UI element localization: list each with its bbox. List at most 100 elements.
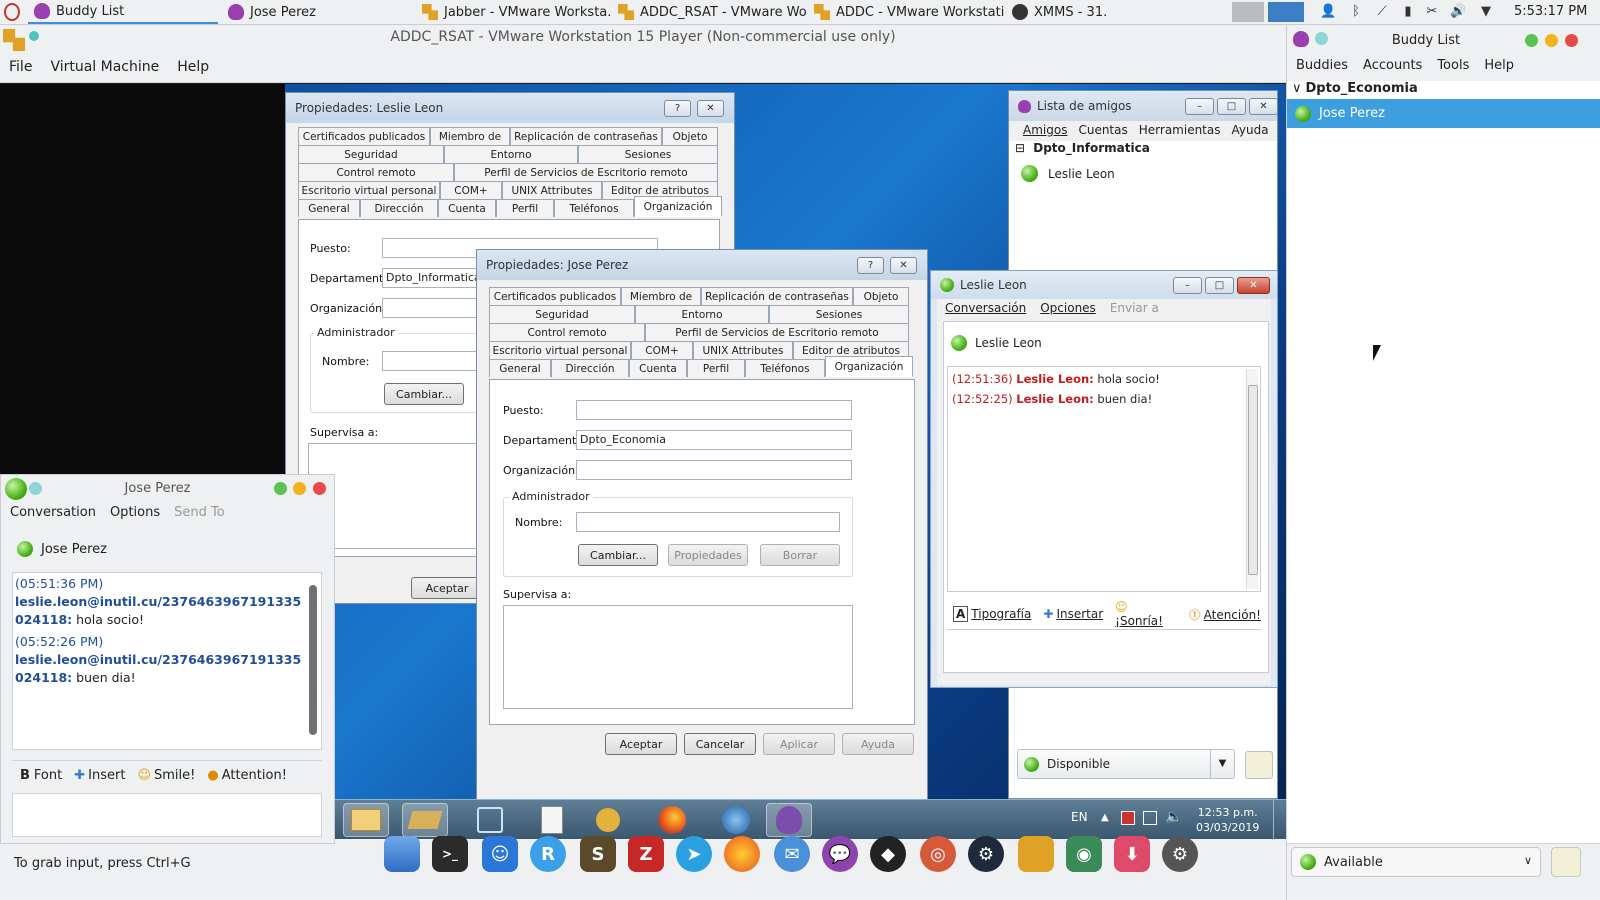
maximize-button[interactable] [1525, 34, 1538, 47]
help-button[interactable]: ? [857, 257, 884, 274]
menu-buddies[interactable]: Buddies [1296, 58, 1348, 81]
tab-organizacion[interactable]: Organización [634, 196, 722, 217]
maximize-button[interactable]: □ [1217, 98, 1246, 115]
close-button[interactable]: ✕ [1249, 98, 1278, 115]
chat-icon[interactable]: 💬 [822, 836, 858, 872]
maximize-button[interactable]: □ [1205, 277, 1234, 294]
user-icon[interactable]: 👤 [1320, 4, 1336, 20]
close-button[interactable] [1565, 34, 1578, 47]
firefox-icon[interactable] [724, 836, 760, 872]
tools-icon[interactable]: ✂ [1424, 4, 1440, 20]
menu-cuentas[interactable]: Cuentas [1078, 123, 1127, 141]
tab-escritorio-virtual[interactable]: Escritorio virtual personal [298, 181, 440, 199]
tab-direccion[interactable]: Dirección [360, 199, 438, 217]
tab-entorno[interactable]: Entorno [444, 145, 578, 163]
tab-seguridad[interactable]: Seguridad [298, 145, 444, 163]
tab-certificados[interactable]: Certificados publicados [489, 287, 621, 305]
tab-perfil-servicios[interactable]: Perfil de Servicios de Escritorio remoto [645, 323, 909, 341]
cancelar-button[interactable]: Cancelar [684, 733, 756, 755]
explorer-icon[interactable] [343, 803, 389, 837]
pidgin-guest-icon[interactable] [766, 803, 812, 837]
workspace-switcher-2[interactable] [1268, 2, 1304, 22]
menu-amigos[interactable]: Amigos [1023, 123, 1067, 141]
buddy-pounce-icon[interactable] [1245, 751, 1273, 779]
tab-cuenta[interactable]: Cuenta [438, 199, 496, 217]
minimize-button[interactable]: – [1173, 277, 1202, 294]
tab-telefonos[interactable]: Teléfonos [554, 199, 634, 217]
organizacion-field[interactable] [576, 460, 852, 480]
tab-sesiones[interactable]: Sesiones [578, 145, 718, 163]
bluetooth-icon[interactable]: ᛒ [1348, 4, 1364, 20]
firefox-icon[interactable] [649, 803, 695, 837]
menu-send-to[interactable]: Send To [174, 505, 225, 520]
attention-button[interactable]: ● Attention! [207, 768, 287, 783]
finder-icon[interactable]: ☺ [482, 836, 518, 872]
clock[interactable]: 5:53:17 PM [1514, 4, 1587, 19]
borrar-button[interactable]: Borrar [760, 544, 840, 566]
menu-help[interactable]: Help [1484, 58, 1514, 81]
menu-conversacion[interactable]: Conversación [945, 301, 1026, 315]
volume-icon[interactable]: 🔈 [1165, 809, 1182, 825]
minimize-button[interactable] [1545, 34, 1558, 47]
tab-entorno[interactable]: Entorno [635, 305, 769, 323]
tipografia-button[interactable]: A Tipografía [953, 606, 1031, 622]
tab-sesiones[interactable]: Sesiones [769, 305, 909, 323]
guest-clock[interactable]: 12:53 p.m. 03/03/2019 [1196, 805, 1259, 835]
menu-options[interactable]: Options [110, 505, 160, 520]
menu-file[interactable]: File [9, 59, 32, 75]
menu-opciones[interactable]: Opciones [1040, 301, 1096, 315]
menu-enviar-a[interactable]: Enviar a [1110, 301, 1159, 315]
nombre-field[interactable] [576, 512, 840, 532]
tab-miembro-de[interactable]: Miembro de [430, 127, 510, 145]
chevron-down-icon[interactable]: ▼ [1210, 750, 1234, 778]
ayuda-button[interactable]: Ayuda [842, 733, 914, 755]
menu-herramientas[interactable]: Herramientas [1139, 123, 1221, 141]
buddy-leslie-leon[interactable]: Leslie Leon [1021, 165, 1115, 182]
tab-general[interactable]: General [489, 359, 551, 377]
close-button[interactable]: ✕ [697, 100, 724, 117]
taskbar-item-jose-perez[interactable]: Jose Perez [222, 0, 412, 24]
tab-organizacion[interactable]: Organización [825, 356, 913, 377]
insert-button[interactable]: ✚ Insert [74, 768, 125, 783]
propiedades-button[interactable]: Propiedades [668, 544, 748, 566]
tab-control-remoto[interactable]: Control remoto [489, 323, 645, 341]
chat-history[interactable]: (12:51:36) Leslie Leon: hola socio! (12:… [947, 366, 1261, 592]
close-button[interactable] [313, 482, 326, 495]
taskbar-item-addc-vmware[interactable]: ADDC - VMware Workstati... [808, 0, 1004, 24]
network-off-icon[interactable]: ⟋ [1374, 4, 1390, 20]
menu-virtual-machine[interactable]: Virtual Machine [50, 59, 159, 75]
workspace-switcher-1[interactable] [1232, 2, 1264, 22]
action-center-icon[interactable] [1121, 811, 1135, 825]
buddy-jose-perez[interactable]: Jose Perez [1287, 99, 1600, 128]
browser-icon[interactable]: R [530, 836, 566, 872]
aplicar-button[interactable]: Aplicar [763, 733, 835, 755]
help-button[interactable]: ? [664, 100, 691, 117]
tab-unix[interactable]: UNIX Attributes [502, 181, 602, 199]
compass-icon[interactable]: ◆ [870, 836, 906, 872]
show-desktop-button[interactable] [1273, 800, 1285, 839]
close-button[interactable]: ✕ [1237, 277, 1270, 294]
supervisa-list[interactable] [503, 605, 853, 709]
taskbar-item-xmms[interactable]: XMMS - 31. [1006, 0, 1196, 24]
menu-ayuda[interactable]: Ayuda [1232, 123, 1269, 141]
terminal-icon[interactable]: >_ [432, 836, 468, 872]
buddy-pounce-icon[interactable] [1551, 847, 1581, 877]
tab-perfil-servicios[interactable]: Perfil de Servicios de Escritorio remoto [454, 163, 718, 181]
download-icon[interactable]: ⬇ [1114, 836, 1150, 872]
tab-com[interactable]: COM+ [631, 341, 693, 359]
scroll-thumb[interactable] [309, 585, 317, 735]
menu-conversation[interactable]: Conversation [10, 505, 96, 520]
chevron-down-icon[interactable]: ∨ [1292, 81, 1302, 96]
taskbar-item-addc-rsat-vmware[interactable]: ADDC_RSAT - VMware Wo... [612, 0, 806, 24]
chat-scrollbar[interactable] [1246, 369, 1258, 589]
departamento-field[interactable]: Dpto_Economia [576, 430, 852, 450]
tab-com[interactable]: COM+ [440, 181, 502, 199]
tab-perfil[interactable]: Perfil [687, 359, 745, 377]
files-icon[interactable] [384, 836, 420, 872]
settings-icon[interactable]: ⚙ [1162, 836, 1198, 872]
insertar-button[interactable]: ✚ Insertar [1043, 607, 1103, 621]
taskbar-item-buddy-list[interactable]: Buddy List [28, 0, 218, 24]
filezilla-icon[interactable]: Z [628, 836, 664, 872]
steam-icon[interactable]: ⚙ [968, 836, 1004, 872]
tab-cuenta[interactable]: Cuenta [629, 359, 687, 377]
